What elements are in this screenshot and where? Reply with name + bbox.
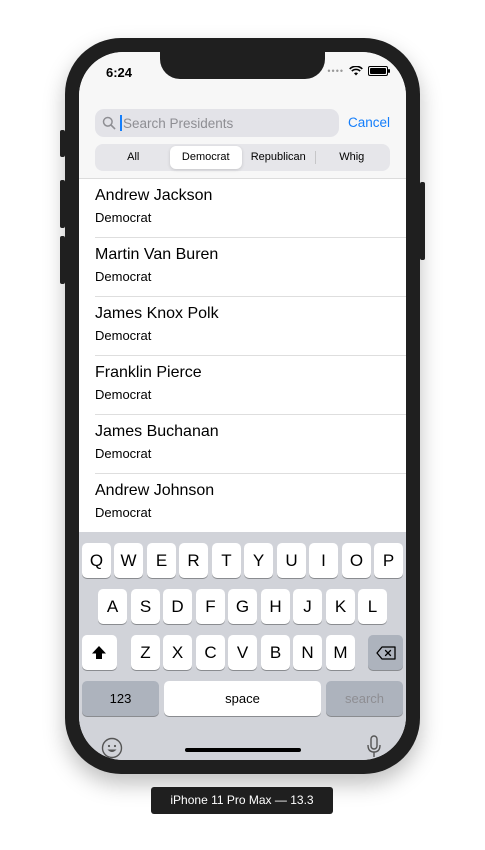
president-party: Democrat (95, 328, 152, 343)
list-item[interactable]: Martin Van Buren Democrat (95, 238, 406, 297)
numbers-key[interactable]: 123 (82, 681, 159, 716)
key-z[interactable]: Z (131, 635, 160, 670)
delete-key[interactable] (368, 635, 403, 670)
list-item[interactable]: James Buchanan Democrat (95, 415, 406, 474)
segment-all[interactable]: All (97, 146, 170, 169)
key-w[interactable]: W (114, 543, 143, 578)
president-name: Martin Van Buren (95, 246, 219, 263)
key-g[interactable]: G (228, 589, 257, 624)
key-p[interactable]: P (374, 543, 403, 578)
status-icons: •••• (327, 66, 390, 76)
president-name: Andrew Johnson (95, 482, 215, 499)
president-name: Andrew Jackson (95, 187, 213, 204)
key-b[interactable]: B (261, 635, 290, 670)
key-t[interactable]: T (212, 543, 241, 578)
key-n[interactable]: N (293, 635, 322, 670)
key-v[interactable]: V (228, 635, 257, 670)
shift-arrow-icon (92, 646, 106, 659)
segment-whig[interactable]: Whig (316, 146, 389, 169)
presidents-list: Andrew Jackson Democrat Martin Van Buren… (79, 179, 406, 533)
key-i[interactable]: I (309, 543, 338, 578)
list-item[interactable]: James Knox Polk Democrat (95, 297, 406, 356)
key-a[interactable]: A (98, 589, 127, 624)
key-k[interactable]: K (326, 589, 355, 624)
key-j[interactable]: J (293, 589, 322, 624)
president-party: Democrat (95, 446, 152, 461)
shift-key[interactable] (82, 635, 117, 670)
key-h[interactable]: H (261, 589, 290, 624)
key-s[interactable]: S (131, 589, 160, 624)
emoji-icon[interactable] (101, 737, 123, 759)
volume-down-button (60, 236, 65, 284)
key-d[interactable]: D (163, 589, 192, 624)
search-input[interactable]: Search Presidents (95, 109, 339, 137)
home-indicator (185, 748, 301, 752)
mute-switch (60, 130, 65, 157)
status-time: 6:24 (106, 65, 133, 80)
phone-frame: 6:24 •••• Search Presidents Cancel All D… (60, 38, 425, 774)
search-placeholder: Search Presidents (123, 115, 234, 131)
volume-up-button (60, 180, 65, 228)
key-q[interactable]: Q (82, 543, 111, 578)
president-party: Democrat (95, 210, 152, 225)
space-key[interactable]: space (164, 681, 321, 716)
search-icon (102, 116, 116, 130)
microphone-icon[interactable] (365, 735, 383, 759)
search-header: 6:24 •••• Search Presidents Cancel All D… (79, 52, 406, 179)
key-l[interactable]: L (358, 589, 387, 624)
segment-democrat[interactable]: Democrat (169, 146, 242, 169)
notch (160, 52, 325, 79)
screen: 6:24 •••• Search Presidents Cancel All D… (79, 52, 406, 760)
key-m[interactable]: M (326, 635, 355, 670)
key-r[interactable]: R (179, 543, 208, 578)
list-item[interactable]: Andrew Jackson Democrat (95, 179, 406, 238)
backspace-icon (376, 646, 396, 660)
key-u[interactable]: U (277, 543, 306, 578)
text-cursor (120, 115, 122, 131)
key-o[interactable]: O (342, 543, 371, 578)
list-item[interactable]: Franklin Pierce Democrat (95, 356, 406, 415)
president-party: Democrat (95, 505, 152, 520)
key-c[interactable]: C (196, 635, 225, 670)
key-y[interactable]: Y (244, 543, 273, 578)
key-e[interactable]: E (147, 543, 176, 578)
wifi-icon (349, 66, 363, 76)
battery-icon (368, 66, 390, 76)
power-button (420, 182, 425, 260)
signal-dots-icon: •••• (327, 66, 344, 76)
keyboard: Q W E R T Y U I O P A S D F G H J K L Z … (79, 532, 406, 760)
key-x[interactable]: X (163, 635, 192, 670)
president-party: Democrat (95, 387, 152, 402)
president-name: James Knox Polk (95, 305, 219, 322)
president-party: Democrat (95, 269, 152, 284)
cancel-button[interactable]: Cancel (348, 115, 390, 130)
search-key[interactable]: search (326, 681, 403, 716)
president-name: Franklin Pierce (95, 364, 202, 381)
segment-republican[interactable]: Republican (242, 146, 315, 169)
list-item[interactable]: Andrew Johnson Democrat (95, 474, 406, 533)
party-segmented-control: All Democrat Republican Whig (95, 144, 390, 171)
president-name: James Buchanan (95, 423, 219, 440)
key-f[interactable]: F (196, 589, 225, 624)
device-label: iPhone 11 Pro Max — 13.3 (151, 787, 333, 814)
